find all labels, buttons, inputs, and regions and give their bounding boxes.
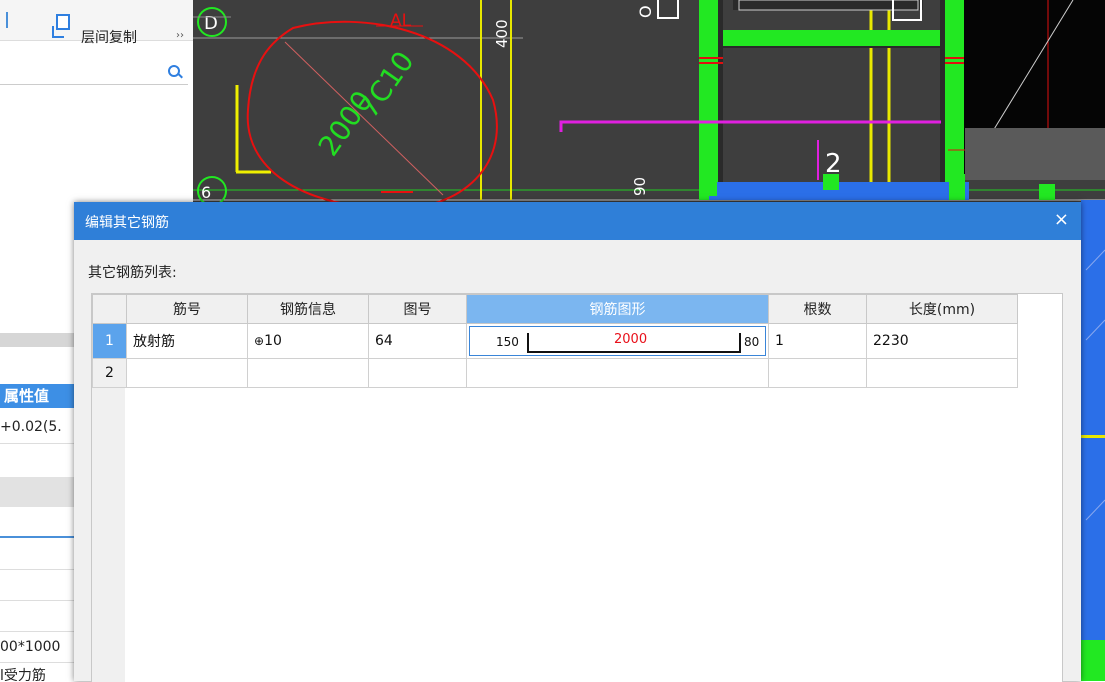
- cell-rebar-shape[interactable]: [466, 358, 769, 388]
- cell-bar-name[interactable]: [126, 358, 248, 388]
- toolbar-separator: [6, 12, 8, 28]
- cell-count[interactable]: 1: [768, 323, 867, 359]
- shape-main-bar: [527, 351, 741, 353]
- cell-length[interactable]: [866, 358, 1018, 388]
- svg-text:O: O: [636, 5, 655, 18]
- shape-right-length[interactable]: 80: [744, 335, 759, 349]
- column-header-rebar-info[interactable]: 钢筋信息: [247, 294, 369, 324]
- property-group-row: [0, 477, 74, 507]
- shape-main-length[interactable]: 2000: [614, 332, 647, 347]
- rebar-list-label: 其它钢筋列表:: [88, 265, 177, 281]
- toolbar-more-icon[interactable]: ››: [176, 30, 184, 41]
- row-divider: [0, 536, 74, 538]
- shape-left-hook: [527, 333, 529, 353]
- row-number[interactable]: 2: [92, 358, 127, 388]
- property-value-header: 属性值: [0, 384, 74, 408]
- column-header-rebar-shape[interactable]: 钢筋图形: [466, 294, 769, 324]
- rebar-grid: 筋号 钢筋信息 图号 钢筋图形 根数 长度(mm) 1 放射筋 ⊕10 64 1: [91, 293, 1063, 682]
- property-row[interactable]: l受力筋: [0, 663, 74, 681]
- column-header-count[interactable]: 根数: [768, 294, 867, 324]
- dim-400-label: 400: [493, 19, 511, 48]
- axis-6-label: 6: [201, 183, 211, 202]
- shape-right-hook: [739, 333, 741, 353]
- rebar-grade-symbol: ⊕: [254, 334, 265, 348]
- layer-copy-icon[interactable]: [52, 14, 70, 38]
- axis-d-label: D: [204, 13, 218, 34]
- dialog-title: 编辑其它钢筋: [85, 215, 169, 231]
- property-row[interactable]: 00*1000: [0, 632, 74, 663]
- row-number[interactable]: 1: [92, 323, 127, 359]
- property-row[interactable]: [0, 601, 74, 632]
- column-header-length[interactable]: 长度(mm): [866, 294, 1018, 324]
- property-row[interactable]: [0, 570, 74, 601]
- search-input[interactable]: [0, 60, 188, 85]
- close-icon[interactable]: ×: [1054, 209, 1069, 230]
- cell-bar-name[interactable]: 放射筋: [126, 323, 248, 359]
- left-toolbar: 层间复制 ››: [0, 0, 193, 46]
- cell-rebar-shape[interactable]: 150 2000 80: [466, 323, 769, 359]
- dialog-titlebar[interactable]: 编辑其它钢筋 ×: [74, 202, 1081, 240]
- grid-corner: [92, 294, 127, 324]
- rebar-diameter: 10: [264, 333, 282, 349]
- edit-other-rebar-dialog: 编辑其它钢筋 × 其它钢筋列表: 筋号 钢筋信息 图号 钢筋图形 根数 长度(m…: [74, 202, 1081, 682]
- dim-90-label: 90: [631, 177, 649, 196]
- cell-length[interactable]: 2230: [866, 323, 1018, 359]
- search-icon[interactable]: [168, 65, 180, 77]
- cell-rebar-info[interactable]: [247, 358, 369, 388]
- property-row[interactable]: +0.02(5.: [0, 408, 74, 444]
- property-row[interactable]: [0, 507, 74, 538]
- table-row[interactable]: 2: [92, 358, 1018, 388]
- cell-count[interactable]: [768, 358, 867, 388]
- label-2: 2: [825, 149, 842, 179]
- property-row[interactable]: [0, 539, 74, 570]
- column-header-bar-number[interactable]: 筋号: [126, 294, 248, 324]
- shape-left-length[interactable]: 150: [496, 335, 519, 349]
- table-row[interactable]: 1 放射筋 ⊕10 64 150 2000 80 1 2230: [92, 323, 1018, 359]
- column-header-figure-number[interactable]: 图号: [368, 294, 467, 324]
- cell-rebar-info[interactable]: ⊕10: [247, 323, 369, 359]
- cell-figure-number[interactable]: 64: [368, 323, 467, 359]
- rebar-shape-editor[interactable]: 150 2000 80: [469, 326, 766, 356]
- layer-copy-button[interactable]: 层间复制: [81, 27, 137, 47]
- rebar-table: 筋号 钢筋信息 图号 钢筋图形 根数 长度(mm) 1 放射筋 ⊕10 64 1: [92, 294, 1018, 388]
- cell-figure-number[interactable]: [368, 358, 467, 388]
